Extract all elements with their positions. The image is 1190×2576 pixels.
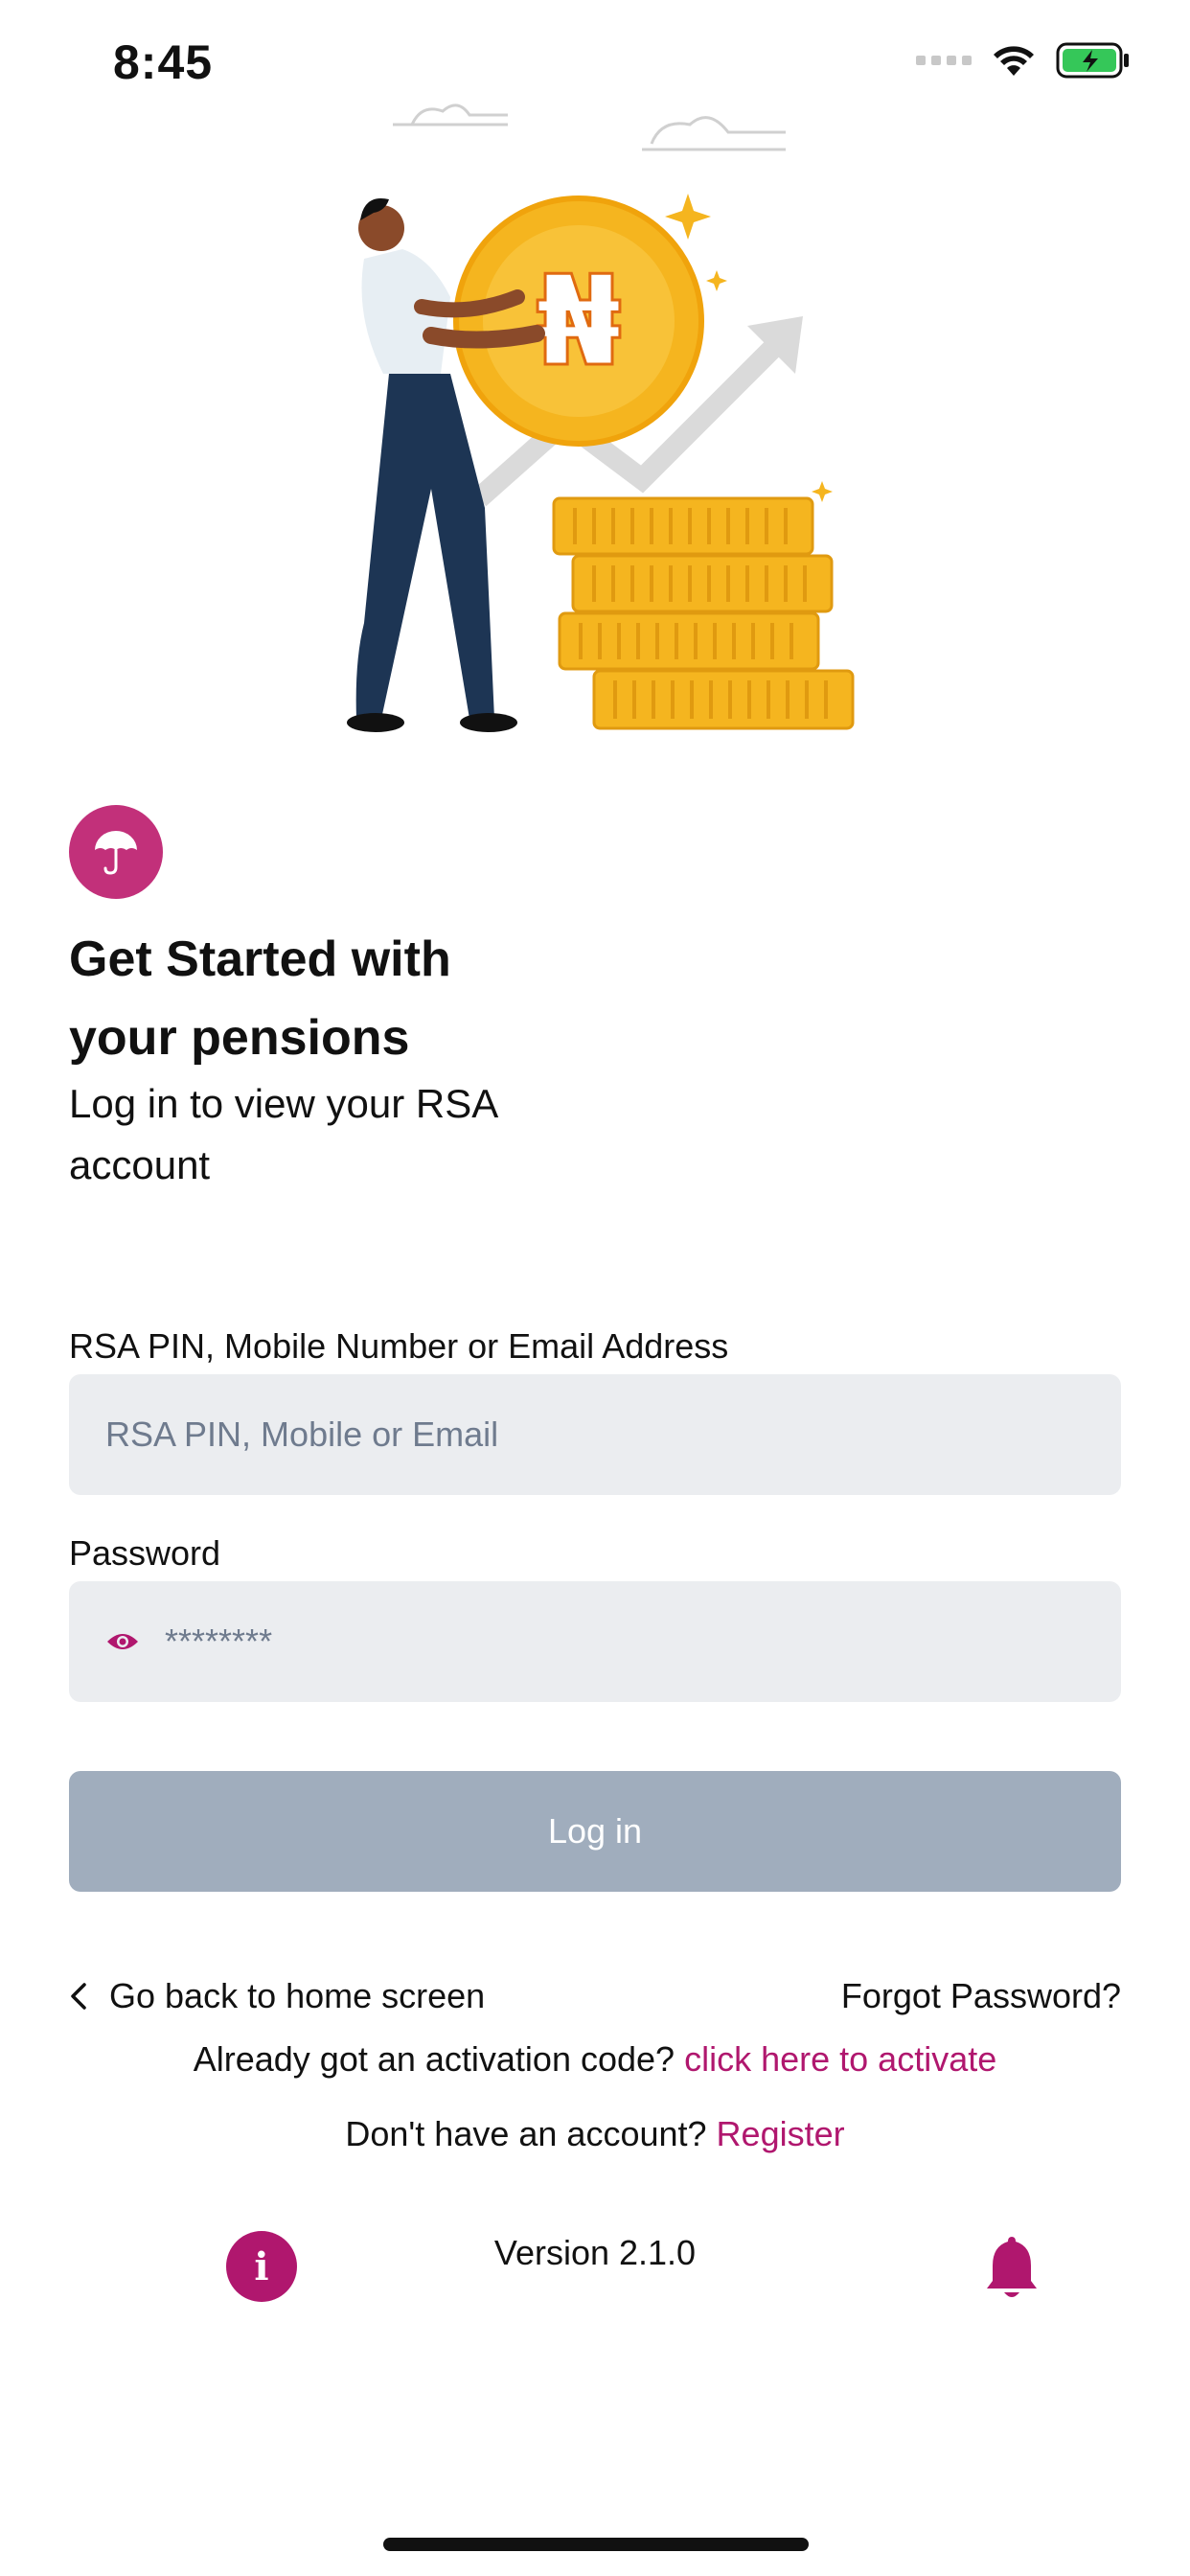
status-time: 8:45 [113, 35, 214, 89]
battery-charging-icon [1056, 42, 1129, 79]
register-line: Don't have an account? Register [0, 2114, 1190, 2154]
page-subtitle-line-1: Log in to view your RSA [69, 1081, 499, 1126]
eye-icon[interactable] [105, 1630, 140, 1653]
home-indicator [383, 2538, 809, 2551]
page-title-line-2: your pensions [69, 1010, 410, 1066]
activation-line: Already got an activation code? click he… [0, 2039, 1190, 2080]
page-title-line-1: Get Started with [69, 932, 451, 987]
hero-illustration: ₦ [347, 104, 855, 732]
password-field[interactable] [69, 1581, 1121, 1702]
password-input[interactable] [163, 1621, 1121, 1663]
svg-text:₦: ₦ [536, 248, 622, 394]
wifi-icon [994, 46, 1034, 76]
register-link[interactable]: Register [717, 2114, 845, 2153]
login-button[interactable]: Log in [69, 1771, 1121, 1892]
password-label: Password [69, 1533, 221, 1573]
umbrella-icon [95, 831, 137, 875]
page-subtitle-line-2: account [69, 1142, 211, 1187]
activate-link[interactable]: click here to activate [684, 2039, 996, 2079]
forgot-password-link[interactable]: Forgot Password? [841, 1976, 1121, 2016]
cloud-icon [393, 104, 786, 151]
back-to-home-link[interactable]: Go back to home screen [69, 1976, 485, 2016]
activation-prompt: Already got an activation code? [193, 2039, 675, 2079]
page-title: Get Started with your pensions [69, 920, 567, 1077]
page-subtitle: Log in to view your RSA account [69, 1073, 567, 1196]
bell-icon[interactable] [985, 2233, 1039, 2302]
chevron-left-icon [71, 1983, 86, 2010]
signal-icon [916, 56, 972, 65]
identifier-label: RSA PIN, Mobile Number or Email Address [69, 1326, 729, 1366]
register-prompt: Don't have an account? [345, 2114, 707, 2153]
identifier-input[interactable] [103, 1414, 1121, 1456]
back-to-home-label: Go back to home screen [109, 1976, 486, 2015]
coin-stack [552, 496, 855, 730]
identifier-field[interactable] [69, 1374, 1121, 1495]
status-icons [916, 42, 1131, 79]
brand-badge [69, 805, 163, 899]
